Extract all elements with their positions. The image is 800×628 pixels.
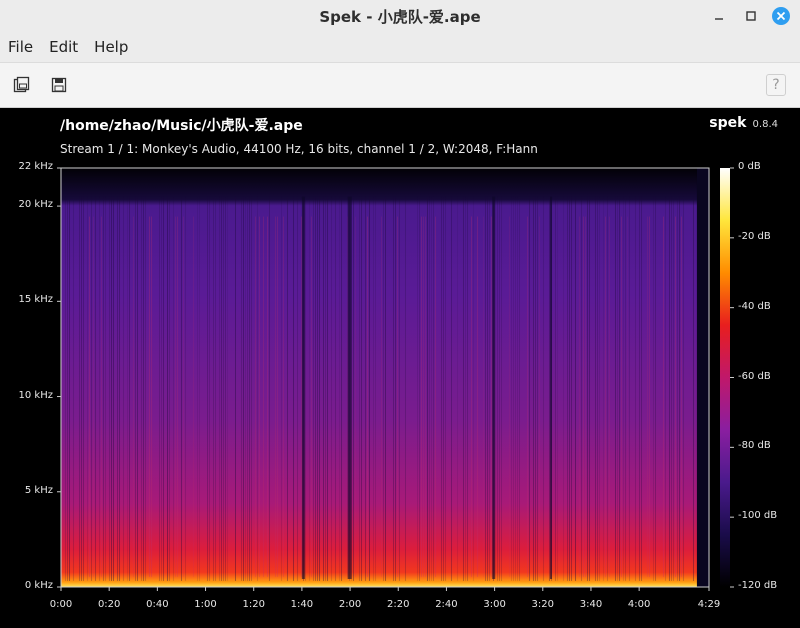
color-tick-label: 0 dB (738, 161, 761, 172)
frequency-axis (57, 167, 61, 588)
color-scale-axis (730, 167, 734, 588)
spectrogram-viewer: /home/zhao/Music/小虎队-爱.ape Stream 1 / 1:… (0, 108, 800, 628)
y-tick-label: 0 kHz (24, 580, 53, 591)
x-tick-label: 1:20 (242, 599, 265, 610)
color-tick-label: -100 dB (738, 510, 778, 522)
y-tick-label: 15 kHz (18, 294, 53, 306)
open-file-icon (13, 76, 30, 93)
color-tick-label: -40 dB (738, 300, 771, 312)
spectrogram-plot (57, 167, 734, 591)
x-tick-label: 2:20 (387, 599, 410, 610)
x-tick-label: 3:00 (483, 599, 506, 610)
help-button[interactable]: ? (766, 74, 786, 96)
color-scale-bar (720, 168, 730, 587)
spectrogram-image (60, 167, 710, 588)
x-tick-label: 0:20 (97, 599, 121, 610)
open-button[interactable] (11, 74, 33, 96)
minimize-button[interactable] (708, 5, 730, 27)
y-tick-label: 22 kHz (18, 161, 53, 172)
maximize-icon (746, 11, 756, 21)
y-tick-label: 20 kHz (18, 199, 53, 211)
minimize-icon (715, 18, 723, 20)
color-tick-label: -20 dB (738, 230, 771, 242)
window-title: Spek - 小虎队-爱.ape (319, 7, 481, 26)
maximize-button[interactable] (740, 5, 762, 27)
x-tick-label: 4:00 (627, 599, 651, 610)
x-tick-label: 0:00 (49, 599, 73, 610)
x-tick-label: 0:40 (146, 599, 169, 610)
x-tick-label: 2:40 (435, 599, 458, 610)
menu-edit[interactable]: Edit (41, 33, 86, 61)
title-bar: Spek - 小虎队-爱.ape (0, 0, 800, 32)
color-tick-label: -80 dB (738, 440, 771, 452)
menu-help[interactable]: Help (86, 33, 136, 61)
y-tick-label: 5 kHz (24, 484, 53, 496)
close-icon (772, 7, 790, 25)
toolbar: ? (0, 62, 800, 108)
x-tick-label: 1:00 (194, 599, 217, 610)
save-icon (51, 77, 67, 93)
y-tick-label: 10 kHz (18, 389, 53, 401)
time-axis (60, 587, 710, 591)
x-tick-label: 3:40 (579, 599, 603, 610)
save-button[interactable] (48, 74, 70, 96)
spectrum-energy (61, 168, 697, 587)
x-tick-label: 1:40 (290, 599, 314, 610)
x-tick-label: 3:20 (531, 599, 555, 610)
spectrum-tail (696, 168, 709, 587)
x-tick-label: 4:29 (697, 599, 721, 610)
color-tick-label: -120 dB (738, 580, 778, 591)
menu-file[interactable]: File (0, 33, 41, 61)
menu-bar: File Edit Help (0, 32, 800, 62)
x-tick-label: 2:00 (338, 599, 362, 610)
color-tick-label: -60 dB (738, 370, 771, 382)
close-button[interactable] (770, 5, 792, 27)
